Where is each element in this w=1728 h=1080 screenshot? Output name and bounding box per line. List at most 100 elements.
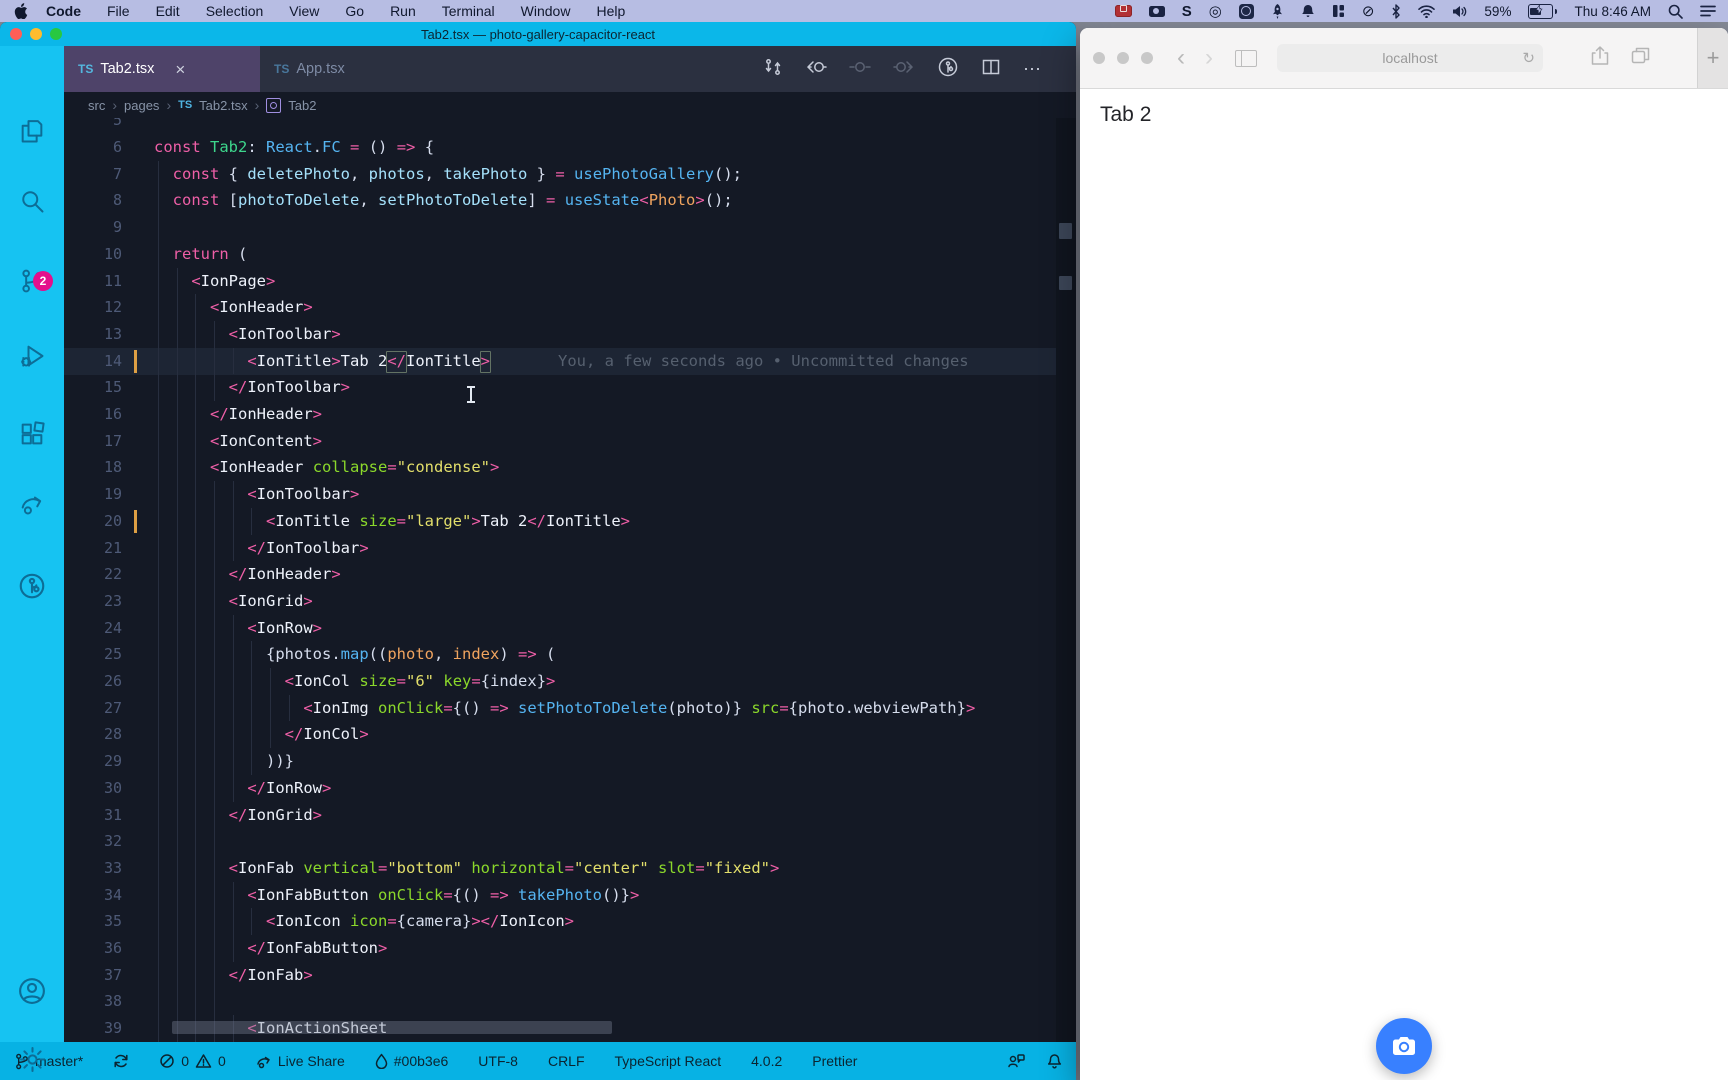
code-line-38[interactable]: 38 xyxy=(64,988,1076,1016)
code-line-8[interactable]: 8 const [photoToDelete, setPhotoToDelete… xyxy=(64,187,1076,215)
formatter-item[interactable]: Prettier xyxy=(812,1053,857,1069)
code-line-32[interactable]: 32 xyxy=(64,828,1076,855)
horizontal-scrollbar[interactable] xyxy=(172,1021,612,1034)
live-share-item[interactable]: Live Share xyxy=(256,1053,345,1069)
code-line-23[interactable]: 23 <IonGrid> xyxy=(64,587,1076,615)
tab-tab2-tsx[interactable]: TS Tab2.tsx × xyxy=(64,46,260,92)
code-line-28[interactable]: 28 </IonCol> xyxy=(64,721,1076,749)
menu-bar-clock[interactable]: Thu 8:46 AM xyxy=(1574,4,1651,19)
take-photo-fab-button[interactable] xyxy=(1376,1018,1432,1074)
code-line-26[interactable]: 26 <IonCol size="6" key={index}> xyxy=(64,668,1076,695)
code-line-10[interactable]: 10 return ( xyxy=(64,240,1076,268)
menu-item-terminal[interactable]: Terminal xyxy=(442,3,495,19)
code-line-12[interactable]: 12 <IonHeader> xyxy=(64,294,1076,321)
split-editor-icon[interactable] xyxy=(981,57,1001,82)
spotlight-search-icon[interactable] xyxy=(1668,3,1683,19)
code-line-29[interactable]: 29 ))} xyxy=(64,748,1076,775)
new-tab-button[interactable]: + xyxy=(1697,28,1728,88)
apple-menu-icon[interactable] xyxy=(14,3,28,19)
code-line-19[interactable]: 19 <IonToolbar> xyxy=(64,481,1076,508)
code-line-33[interactable]: 33 <IonFab vertical="bottom" horizontal=… xyxy=(64,854,1076,882)
code-line-34[interactable]: 34 <IonFabButton onClick={() => takePhot… xyxy=(64,881,1076,909)
code-line-5[interactable]: 5 xyxy=(64,118,1076,134)
forward-button[interactable]: › xyxy=(1195,46,1223,70)
menu-item-view[interactable]: View xyxy=(289,3,319,19)
record-app-icon[interactable] xyxy=(1238,3,1254,19)
gitlens-icon[interactable] xyxy=(0,562,64,610)
code-line-36[interactable]: 36 </IonFabButton> xyxy=(64,935,1076,962)
problems-item[interactable]: 0 0 xyxy=(159,1053,226,1069)
account-icon[interactable] xyxy=(0,967,64,1015)
code-line-17[interactable]: 17 <IonContent> xyxy=(64,427,1076,455)
previous-change-icon[interactable] xyxy=(805,57,827,82)
code-line-25[interactable]: 25 {photos.map((photo, index) => ( xyxy=(64,641,1076,668)
sidebar-icon[interactable] xyxy=(1235,49,1257,67)
version-item[interactable]: 4.0.2 xyxy=(751,1053,782,1069)
notifications-bell-icon[interactable] xyxy=(1047,1053,1062,1070)
rocket-icon[interactable] xyxy=(1271,3,1284,19)
eol-item[interactable]: CRLF xyxy=(548,1053,585,1069)
wifi-icon[interactable] xyxy=(1418,3,1436,19)
run-debug-icon[interactable] xyxy=(0,332,64,380)
extensions-icon[interactable] xyxy=(0,410,64,458)
close-window-button[interactable] xyxy=(1093,52,1105,64)
feedback-icon[interactable] xyxy=(1007,1053,1025,1069)
next-change-icon[interactable] xyxy=(893,57,915,82)
menu-item-go[interactable]: Go xyxy=(345,3,364,19)
language-mode-item[interactable]: TypeScript React xyxy=(615,1053,722,1069)
explorer-icon[interactable] xyxy=(0,107,64,155)
menu-list-icon[interactable] xyxy=(1700,3,1716,19)
close-tab-icon[interactable]: × xyxy=(175,61,185,78)
address-bar[interactable]: localhost ↻ xyxy=(1277,44,1543,72)
menu-item-window[interactable]: Window xyxy=(521,3,571,19)
film-app-icon[interactable] xyxy=(1114,3,1132,19)
code-line-13[interactable]: 13 <IonToolbar> xyxy=(64,320,1076,348)
code-line-14[interactable]: 14 <IonTitle>Tab 2</IonTitle> You, a few … xyxy=(64,347,1076,375)
menu-item-file[interactable]: File xyxy=(107,3,130,19)
code-line-31[interactable]: 31 </IonGrid> xyxy=(64,801,1076,829)
encoding-item[interactable]: UTF-8 xyxy=(478,1053,518,1069)
peacock-color-item[interactable]: #00b3e6 xyxy=(375,1053,448,1069)
share-icon[interactable] xyxy=(1591,45,1609,71)
code-line-15[interactable]: 15 </IonToolbar> xyxy=(64,374,1076,401)
overview-ruler[interactable] xyxy=(1056,118,1076,1042)
menu-item-help[interactable]: Help xyxy=(596,3,625,19)
code-line-24[interactable]: 24 <IonRow> xyxy=(64,614,1076,642)
code-line-30[interactable]: 30 </IonRow> xyxy=(64,774,1076,802)
more-actions-icon[interactable]: ⋯ xyxy=(1023,59,1042,80)
bluetooth-icon[interactable] xyxy=(1391,3,1401,19)
breadcrumb-symbol[interactable]: Tab2 xyxy=(288,98,316,113)
menu-item-edit[interactable]: Edit xyxy=(156,3,180,19)
menu-item-selection[interactable]: Selection xyxy=(206,3,264,19)
zoom-window-button[interactable] xyxy=(1141,52,1153,64)
sync-icon[interactable] xyxy=(113,1053,129,1069)
search-icon[interactable] xyxy=(0,177,64,225)
code-line-9[interactable]: 9 xyxy=(64,214,1076,241)
code-line-20[interactable]: 20 <IonTitle size="large">Tab 2</IonTitl… xyxy=(64,507,1076,535)
code-line-35[interactable]: 35 <IonIcon icon={camera}></IonIcon> xyxy=(64,908,1076,935)
open-changes-icon[interactable] xyxy=(763,57,783,82)
reload-icon[interactable]: ↻ xyxy=(1522,49,1535,67)
code-line-37[interactable]: 37 </IonFab> xyxy=(64,961,1076,989)
breadcrumb-src[interactable]: src xyxy=(88,98,105,113)
volume-icon[interactable] xyxy=(1452,3,1467,19)
vscode-titlebar[interactable]: Tab2.tsx — photo-gallery-capacitor-react xyxy=(0,22,1076,46)
code-line-11[interactable]: 11 <IonPage> xyxy=(64,267,1076,295)
columns-icon[interactable] xyxy=(1332,3,1345,19)
camera-app-icon[interactable] xyxy=(1148,3,1165,19)
bell-icon[interactable] xyxy=(1301,3,1315,19)
do-not-disturb-icon[interactable]: ⊘ xyxy=(1362,3,1375,20)
breadcrumb-file[interactable]: Tab2.tsx xyxy=(199,98,247,113)
code-line-7[interactable]: 7 const { deletePhoto, photos, takePhoto… xyxy=(64,160,1076,188)
at-app-icon[interactable]: ◎ xyxy=(1209,3,1222,20)
menu-item-code[interactable]: Code xyxy=(46,3,81,19)
file-history-icon[interactable] xyxy=(937,56,959,83)
settings-gear-icon[interactable] xyxy=(0,1035,64,1080)
minimize-window-button[interactable] xyxy=(1117,52,1129,64)
menu-item-run[interactable]: Run xyxy=(390,3,416,19)
live-share-icon[interactable] xyxy=(0,480,64,528)
tab-overview-icon[interactable] xyxy=(1631,47,1650,69)
code-line-16[interactable]: 16 </IonHeader> xyxy=(64,401,1076,428)
code-line-18[interactable]: 18 <IonHeader collapse="condense"> xyxy=(64,454,1076,482)
code-editor[interactable]: 5 6 const Tab2: React.FC = () => {7 const … xyxy=(64,118,1076,1042)
